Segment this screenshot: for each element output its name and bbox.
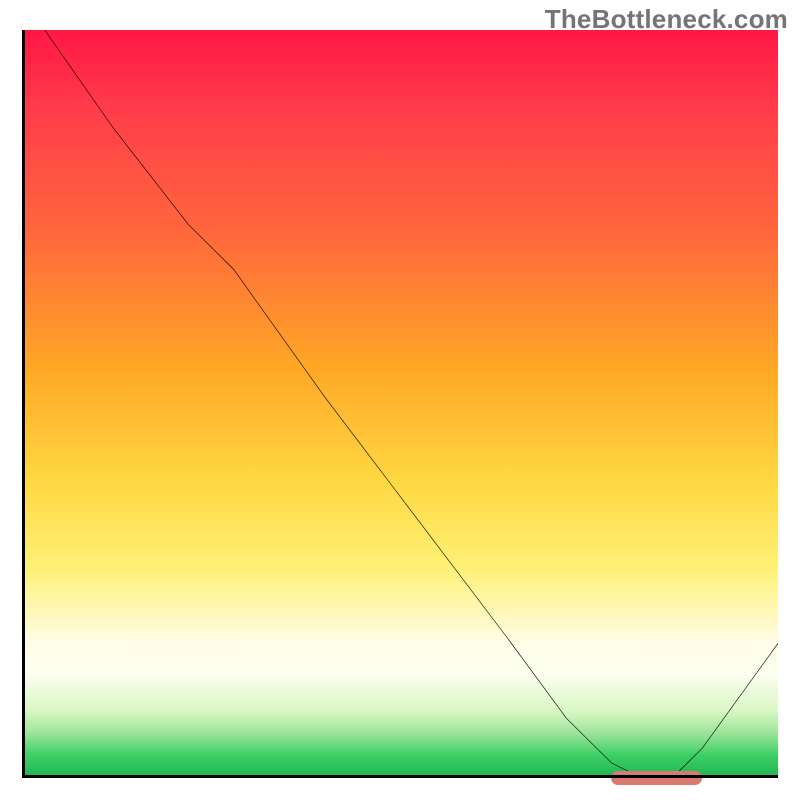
chart-frame: TheBottleneck.com	[0, 0, 800, 800]
y-axis	[22, 30, 25, 778]
curve-svg	[22, 30, 778, 778]
x-axis	[22, 775, 778, 778]
optimal-range-marker	[611, 771, 702, 785]
bottleneck-curve-line	[45, 30, 778, 778]
plot-area	[22, 30, 778, 778]
